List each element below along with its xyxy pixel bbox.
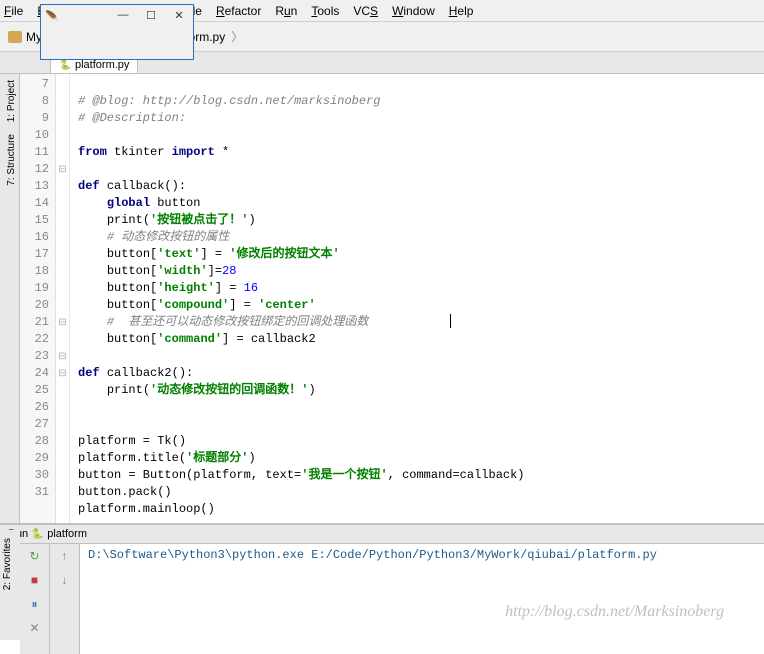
line-number: 21 bbox=[20, 314, 49, 331]
line-number: 10 bbox=[20, 127, 49, 144]
line-number: 8 bbox=[20, 93, 49, 110]
folder-icon bbox=[8, 31, 22, 43]
down-arrow-icon[interactable]: ↓ bbox=[57, 572, 73, 588]
tool-favorites[interactable]: 2: Favorites bbox=[0, 530, 15, 598]
stop-button[interactable]: ■ bbox=[27, 572, 43, 588]
line-number-gutter: 7891011121314151617181920212223242526272… bbox=[20, 74, 56, 523]
line-number: 9 bbox=[20, 110, 49, 127]
line-number: 22 bbox=[20, 331, 49, 348]
run-toolbar: ↻ ■ ⏸ ✕ bbox=[20, 544, 50, 654]
line-number: 31 bbox=[20, 484, 49, 501]
python-file-icon bbox=[59, 59, 71, 71]
fold-end-icon[interactable]: ⊟ bbox=[56, 365, 69, 382]
menu-vcs[interactable]: VCS bbox=[353, 4, 378, 18]
chevron-right-icon: 〉 bbox=[231, 28, 243, 45]
tool-structure[interactable]: 7: Structure bbox=[0, 128, 19, 192]
code-editor[interactable]: # @blog: http://blog.csdn.net/marksinobe… bbox=[70, 74, 764, 523]
menu-refactor[interactable]: Refactor bbox=[216, 4, 261, 18]
line-number: 20 bbox=[20, 297, 49, 314]
run-tool-window: 2: Favorites ↻ ■ ⏸ ✕ ↑ ↓ D:\Software\Pyt… bbox=[0, 544, 764, 654]
line-number: 28 bbox=[20, 433, 49, 450]
line-number: 25 bbox=[20, 382, 49, 399]
fold-gutter: ⊟ ⊟ ⊟ ⊟ bbox=[56, 74, 70, 523]
line-number: 23 bbox=[20, 348, 49, 365]
code-token: from bbox=[78, 145, 114, 159]
tool-project[interactable]: 1: Project bbox=[0, 74, 19, 128]
pause-button[interactable]: ⏸ bbox=[27, 596, 43, 612]
code-line: # @blog: http://blog.csdn.net/marksinobe… bbox=[78, 94, 380, 108]
code-line: # @Description: bbox=[78, 111, 186, 125]
watermark-text: http://blog.csdn.net/Marksinoberg bbox=[505, 603, 724, 621]
line-number: 30 bbox=[20, 467, 49, 484]
line-number: 7 bbox=[20, 76, 49, 93]
rerun-button[interactable]: ↻ bbox=[27, 548, 43, 564]
run-tool-header[interactable]: Run platform bbox=[0, 524, 764, 544]
line-number: 15 bbox=[20, 212, 49, 229]
up-arrow-icon[interactable]: ↑ bbox=[57, 548, 73, 564]
console-line: D:\Software\Python3\python.exe E:/Code/P… bbox=[88, 548, 657, 562]
menu-tools[interactable]: Tools bbox=[311, 4, 339, 18]
close-button[interactable]: ✕ bbox=[165, 5, 193, 25]
left-tool-strip: 1: Project 7: Structure bbox=[0, 74, 20, 523]
tkinter-window[interactable]: — ☐ ✕ bbox=[40, 4, 194, 60]
line-number: 13 bbox=[20, 178, 49, 195]
fold-end-icon[interactable]: ⊟ bbox=[56, 314, 69, 331]
menu-window[interactable]: Window bbox=[392, 4, 435, 18]
line-number: 19 bbox=[20, 280, 49, 297]
tab-label: platform.py bbox=[75, 59, 129, 71]
line-number: 24 bbox=[20, 365, 49, 382]
python-file-icon bbox=[31, 528, 43, 540]
console-output[interactable]: D:\Software\Python3\python.exe E:/Code/P… bbox=[80, 544, 764, 654]
line-number: 26 bbox=[20, 399, 49, 416]
minimize-button[interactable]: — bbox=[109, 5, 137, 25]
feather-icon bbox=[45, 10, 63, 23]
line-number: 29 bbox=[20, 450, 49, 467]
line-number: 12 bbox=[20, 161, 49, 178]
fold-toggle[interactable]: ⊟ bbox=[56, 161, 69, 178]
run-toolbar-2: ↑ ↓ bbox=[50, 544, 80, 654]
maximize-button[interactable]: ☐ bbox=[137, 5, 165, 25]
line-number: 27 bbox=[20, 416, 49, 433]
text-caret bbox=[450, 314, 451, 328]
menu-run[interactable]: Run bbox=[275, 4, 297, 18]
close-button[interactable]: ✕ bbox=[27, 620, 43, 636]
line-number: 17 bbox=[20, 246, 49, 263]
fold-toggle[interactable]: ⊟ bbox=[56, 348, 69, 365]
menu-help[interactable]: Help bbox=[449, 4, 474, 18]
line-number: 14 bbox=[20, 195, 49, 212]
left-tool-strip-bottom: 2: Favorites bbox=[0, 530, 20, 640]
editor-area: 1: Project 7: Structure 7891011121314151… bbox=[0, 74, 764, 524]
line-number: 16 bbox=[20, 229, 49, 246]
line-number: 18 bbox=[20, 263, 49, 280]
line-number: 11 bbox=[20, 144, 49, 161]
menu-file[interactable]: FFileile bbox=[4, 4, 23, 18]
